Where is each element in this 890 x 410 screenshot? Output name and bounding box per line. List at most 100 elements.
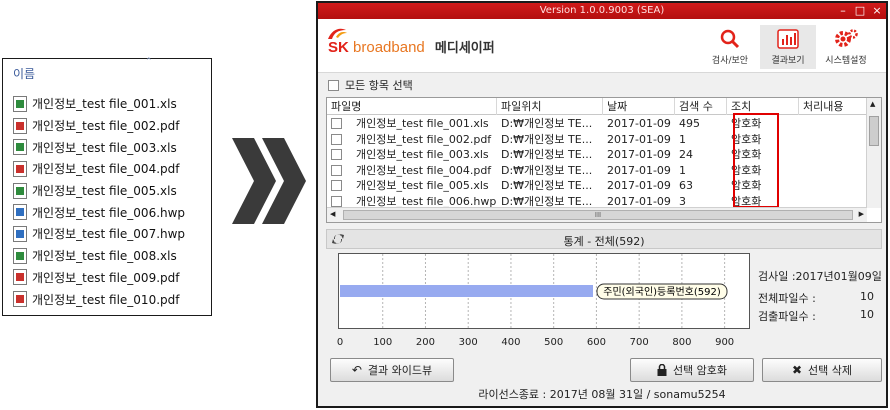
- col-count[interactable]: 검색 수: [675, 98, 727, 115]
- chart-bar[interactable]: [340, 285, 594, 297]
- scroll-right-icon[interactable]: ▶: [859, 210, 864, 218]
- view-results-button[interactable]: 결과보기: [760, 25, 816, 69]
- file-name: 개인정보_test file_007.hwp: [32, 227, 186, 242]
- license-info: 라이선스종료 : 2017년 08월 31일 / sonamu5254: [478, 388, 726, 401]
- wide-view-button[interactable]: ↶ 결과 와이드뷰: [330, 358, 454, 382]
- row-detail: [799, 178, 867, 194]
- bar-chart-icon: [777, 29, 799, 49]
- x-tick-label: 700: [629, 337, 649, 348]
- col-location[interactable]: 파일위치: [497, 98, 603, 115]
- row-detail: [799, 163, 867, 179]
- file-list-item[interactable]: 개인정보_test file_002.pdf: [13, 115, 185, 137]
- select-all-checkbox[interactable]: [328, 79, 339, 91]
- version-label: Version 1.0.0.9003 (SEA): [539, 5, 665, 16]
- horizontal-scrollbar[interactable]: ◀ III ▶: [327, 207, 867, 222]
- scroll-up-icon[interactable]: ▲: [870, 100, 875, 108]
- x-tick-label: 600: [586, 337, 606, 348]
- file-name: 개인정보_test file_002.pdf: [32, 119, 180, 134]
- row-filename: 개인정보_test file_003.xls: [356, 148, 489, 161]
- scroll-left-icon[interactable]: ◀: [330, 210, 335, 218]
- maximize-icon[interactable]: □: [853, 4, 867, 17]
- file-list-item[interactable]: 개인정보_test file_010.pdf: [13, 288, 185, 310]
- xls-file-icon: [13, 247, 27, 264]
- file-list-item[interactable]: 개인정보_test file_004.pdf: [13, 158, 185, 180]
- file-name: 개인정보_test file_005.xls: [32, 184, 177, 199]
- file-list-item[interactable]: 개인정보_test file_009.pdf: [13, 267, 185, 289]
- row-detail: [799, 132, 867, 148]
- app-header: SK broadband 메디세이퍼 검사/보안 결과보기 시스템설정: [318, 19, 886, 73]
- row-date: 2017-01-09: [607, 132, 671, 146]
- statistics-header: 통계 - 전체(592): [326, 229, 882, 249]
- row-checkbox[interactable]: [331, 164, 342, 176]
- file-list-item[interactable]: 개인정보_test file_005.xls: [13, 180, 185, 202]
- x-tick-label: 0: [336, 337, 344, 348]
- col-filename[interactable]: 파일명: [327, 98, 497, 115]
- x-tick-label: 500: [544, 337, 564, 348]
- file-list-item[interactable]: 개인정보_test file_008.xls: [13, 245, 185, 267]
- row-filename-cell: 개인정보_test file_002.pdf: [327, 132, 497, 148]
- row-count: 1: [679, 132, 686, 146]
- file-list-item[interactable]: 개인정보_test file_006.hwp: [13, 201, 185, 223]
- search-security-button[interactable]: 검사/보안: [702, 25, 758, 69]
- row-checkbox[interactable]: [331, 118, 342, 130]
- table-header: 파일명 파일위치 날짜 검색 수 조치 처리내용: [327, 98, 867, 115]
- row-filename: 개인정보_test file_002.pdf: [356, 132, 492, 146]
- action-highlight-box: [733, 113, 779, 208]
- total-files-label: 전체파일수 :: [758, 292, 816, 305]
- title-bar: Version 1.0.0.9003 (SEA) – □ ×: [318, 3, 886, 19]
- vertical-scroll-thumb[interactable]: [869, 116, 879, 146]
- table-row[interactable]: 개인정보_test file_003.xls D:₩개인정보 TE... 2017-…: [327, 147, 867, 163]
- file-list-item[interactable]: 개인정보_test file_003.xls: [13, 136, 185, 158]
- detected-files-label: 검출파일수 :: [758, 310, 816, 323]
- col-date[interactable]: 날짜: [603, 98, 675, 115]
- file-list: 개인정보_test file_001.xls 개인정보_test file_002…: [13, 93, 185, 310]
- close-icon[interactable]: ×: [870, 4, 884, 17]
- view-results-label: 결과보기: [771, 56, 805, 66]
- row-location: D:₩개인정보 TE...: [501, 163, 593, 177]
- table-row[interactable]: 개인정보_test file_002.pdf D:₩개인정보 TE... 2017-…: [327, 132, 867, 148]
- select-all-row[interactable]: 모든 항목 선택: [328, 77, 413, 93]
- file-name: 개인정보_test file_008.xls: [32, 249, 177, 264]
- row-date: 2017-01-09: [607, 179, 671, 192]
- row-checkbox[interactable]: [331, 133, 342, 145]
- x-tick-label: 100: [373, 337, 393, 348]
- system-settings-button[interactable]: 시스템설정: [818, 25, 874, 69]
- x-tick-label: 300: [458, 337, 478, 348]
- system-settings-label: 시스템설정: [825, 56, 867, 66]
- gear-icon: [835, 29, 858, 47]
- row-checkbox[interactable]: [331, 180, 342, 192]
- row-count: 24: [679, 148, 693, 161]
- select-all-label: 모든 항목 선택: [345, 79, 413, 92]
- pdf-file-icon: [13, 117, 27, 134]
- row-checkbox[interactable]: [331, 195, 342, 207]
- file-list-item[interactable]: 개인정보_test file_007.hwp: [13, 223, 185, 245]
- delete-x-icon: ✖: [791, 363, 803, 377]
- row-checkbox[interactable]: [331, 149, 342, 161]
- medisafer-window: Version 1.0.0.9003 (SEA) – □ × SK broadb…: [316, 1, 888, 408]
- col-detail[interactable]: 처리내용: [799, 98, 867, 115]
- encrypt-selected-label: 선택 암호화: [672, 364, 728, 377]
- file-list-item[interactable]: 개인정보_test file_001.xls: [13, 93, 185, 115]
- table-row[interactable]: 개인정보_test file_004.pdf D:₩개인정보 TE... 2017-…: [327, 163, 867, 179]
- row-detail: [799, 147, 867, 163]
- name-column-header[interactable]: 이름: [13, 65, 35, 82]
- vertical-scrollbar[interactable]: ▲: [866, 98, 881, 208]
- xls-file-icon: [13, 139, 27, 156]
- minimize-icon[interactable]: –: [836, 4, 850, 17]
- table-row[interactable]: 개인정보_test file_005.xls D:₩개인정보 TE... 2017-…: [327, 178, 867, 194]
- xls-file-icon: [13, 95, 27, 112]
- row-count: 63: [679, 179, 693, 192]
- row-count: 1: [679, 163, 686, 177]
- file-name: 개인정보_test file_001.xls: [32, 97, 177, 112]
- encrypt-selected-button[interactable]: 선택 암호화: [630, 358, 754, 382]
- x-tick-label: 800: [672, 337, 692, 348]
- row-count: 495: [679, 117, 700, 130]
- horizontal-scroll-thumb[interactable]: III: [343, 210, 853, 220]
- pdf-file-icon: [13, 160, 27, 177]
- delete-selected-button[interactable]: ✖ 선택 삭제: [762, 358, 882, 382]
- hwp-file-icon: [13, 225, 27, 242]
- x-tick-label: 200: [415, 337, 436, 348]
- data-label: 주민(외국인)등록번호(592): [603, 286, 721, 298]
- results-table: 파일명 파일위치 날짜 검색 수 조치 처리내용 개인정보_test file_…: [326, 97, 882, 223]
- table-row[interactable]: 개인정보_test file_001.xls D:₩개인정보 TE... 2017-…: [327, 116, 867, 132]
